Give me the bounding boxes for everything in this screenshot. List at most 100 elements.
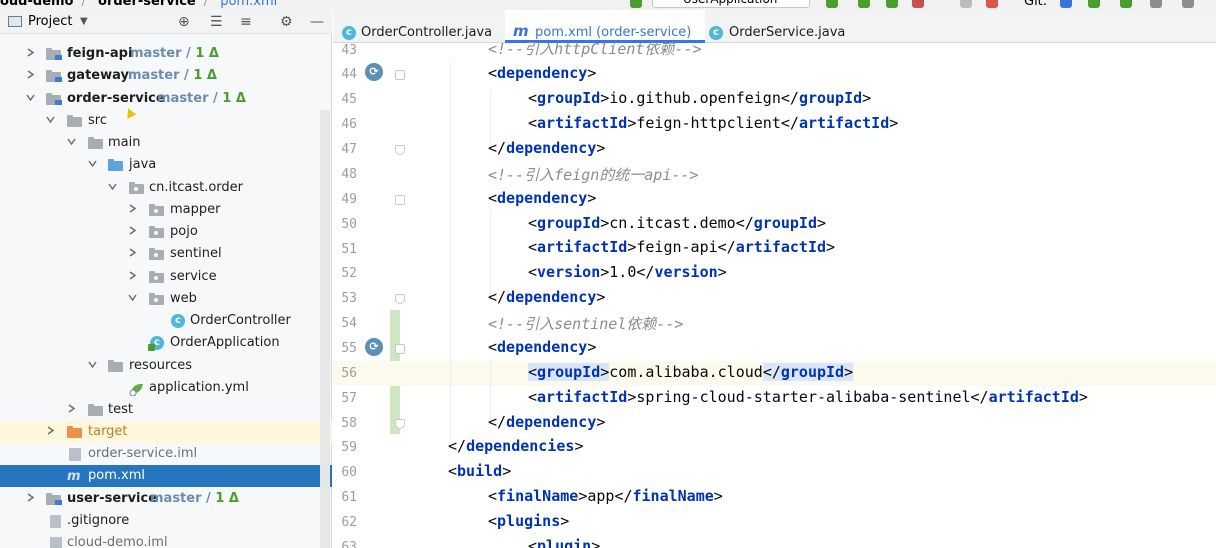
tab-label: OrderController.java — [361, 25, 493, 40]
rollback-icon[interactable] — [1182, 0, 1194, 8]
tab-ordercontroller[interactable]: c OrderController.java — [333, 10, 505, 43]
line-number: 57 — [341, 391, 357, 406]
fold-marker-icon[interactable] — [395, 294, 405, 304]
tree-node-pom-xml[interactable]: m pom.xml — [0, 465, 332, 487]
chevron-right-icon[interactable] — [46, 426, 55, 435]
breadcrumb: oud-demo / order-service / pom.xml — [0, 0, 285, 9]
run-icon[interactable] — [826, 0, 838, 8]
collapse-all-icon[interactable]: ≡ — [240, 14, 252, 30]
fold-marker-icon[interactable] — [395, 195, 405, 205]
line-number: 52 — [341, 266, 357, 281]
tree-node-java[interactable]: java — [0, 154, 332, 176]
expand-all-icon[interactable]: ☰ — [210, 14, 223, 30]
fold-marker-icon[interactable] — [395, 419, 405, 429]
gitignore-file-icon — [50, 515, 61, 528]
gear-icon[interactable]: ⚙ — [280, 14, 293, 30]
chevron-down-icon[interactable] — [26, 93, 35, 102]
attach-icon[interactable] — [960, 0, 972, 8]
indent-guide — [490, 360, 491, 420]
project-folder-icon — [8, 16, 22, 27]
chevron-right-icon[interactable] — [67, 404, 76, 413]
coverage-icon[interactable] — [886, 0, 898, 8]
project-panel-title[interactable]: Project — [28, 14, 72, 29]
chevron-down-icon[interactable] — [88, 159, 97, 168]
chevron-down-icon[interactable] — [108, 182, 117, 191]
tree-node-service[interactable]: service — [0, 266, 332, 288]
chevron-right-icon[interactable] — [128, 226, 137, 235]
chevron-down-icon[interactable] — [128, 293, 137, 302]
tree-node-cloud-demo-iml[interactable]: cloud-demo.iml — [0, 532, 332, 548]
run-configuration-select[interactable]: UserApplication — [652, 0, 810, 8]
tree-node-user-service[interactable]: user-service master / 1 Δ — [0, 488, 332, 510]
chevron-right-icon[interactable] — [26, 493, 35, 502]
line-number: 49 — [341, 192, 357, 207]
git-push-icon[interactable] — [1120, 0, 1132, 8]
chevron-right-icon[interactable] — [128, 248, 137, 257]
git-update-icon[interactable] — [1060, 0, 1072, 8]
tree-node-sentinel[interactable]: sentinel — [0, 243, 332, 265]
tree-label: gateway — [67, 68, 129, 83]
chevron-right-icon[interactable] — [128, 271, 137, 280]
tree-node-order-service-iml[interactable]: order-service.iml — [0, 443, 332, 465]
breadcrumb-file[interactable]: pom.xml — [220, 0, 277, 9]
profile-icon[interactable] — [912, 0, 924, 8]
chevron-right-icon[interactable] — [26, 70, 35, 79]
tree-node-src[interactable]: src — [0, 110, 332, 132]
dependency-gutter-icon[interactable]: ⟳ — [365, 338, 383, 356]
iml-file-icon — [69, 448, 81, 461]
tree-node-order-service[interactable]: order-service master / 1 Δ — [0, 88, 332, 110]
tree-node-application-yml[interactable]: application.yml — [0, 377, 332, 399]
stop-icon[interactable] — [986, 0, 998, 8]
code-line: <artifactId>feign-api</artifactId> — [528, 238, 836, 256]
tree-node-pojo[interactable]: pojo — [0, 221, 332, 243]
tree-label: feign-api — [67, 46, 133, 61]
tree-node-web[interactable]: web — [0, 288, 332, 310]
excluded-folder-icon — [67, 426, 82, 438]
tree-node-package-order[interactable]: cn.itcast.order — [0, 177, 332, 199]
git-commit-icon[interactable] — [1088, 0, 1100, 8]
editor-tabs: c OrderController.java m pom.xml (order-… — [333, 10, 1216, 43]
code-line-current[interactable]: <groupId>com.alibaba.cloud</groupId> — [528, 363, 854, 381]
maven-file-icon: m — [67, 469, 81, 484]
tree-node-orderapplication[interactable]: c OrderApplication — [0, 332, 332, 354]
breadcrumb-module[interactable]: order-service — [98, 0, 196, 9]
code-comment: <!--引入sentinel依赖--> — [488, 315, 684, 333]
chevron-down-icon[interactable]: ▼ — [80, 16, 88, 27]
tree-node-gateway[interactable]: gateway master / 1 Δ — [0, 65, 332, 87]
tree-node-gitignore[interactable]: .gitignore — [0, 510, 332, 532]
hide-icon[interactable]: — — [310, 14, 324, 30]
dependency-gutter-icon[interactable]: ⟳ — [365, 63, 383, 81]
code-line: <artifactId>feign-httpclient</artifactId… — [528, 114, 899, 132]
line-number: 53 — [341, 291, 357, 306]
build-icon[interactable] — [630, 0, 642, 8]
chevron-down-icon[interactable] — [46, 115, 55, 124]
tree-node-test[interactable]: test — [0, 399, 332, 421]
breadcrumb-project[interactable]: oud-demo — [0, 0, 74, 9]
chevron-down-icon[interactable] — [88, 360, 97, 369]
tree-node-resources[interactable]: resources — [0, 355, 332, 377]
tree-node-ordercontroller[interactable]: c OrderController — [0, 310, 332, 332]
fold-marker-icon[interactable] — [395, 344, 405, 354]
chevron-right-icon[interactable] — [128, 204, 137, 213]
tree-node-mapper[interactable]: mapper — [0, 199, 332, 221]
tree-label: cloud-demo.iml — [67, 535, 168, 548]
fold-marker-icon[interactable] — [395, 145, 405, 155]
locate-icon[interactable]: ⊕ — [178, 14, 190, 30]
chevron-right-icon[interactable] — [26, 48, 35, 57]
line-number: 61 — [341, 490, 357, 505]
package-icon — [149, 204, 164, 216]
history-icon[interactable] — [1150, 0, 1162, 8]
project-scrollbar[interactable] — [320, 110, 330, 548]
tree-node-feign-api[interactable]: feign-api master / 1 Δ — [0, 43, 332, 65]
code-line: <groupId>cn.itcast.demo</groupId> — [528, 214, 827, 232]
folder-icon — [88, 137, 103, 149]
tree-label: OrderController — [190, 313, 291, 328]
fold-marker-icon[interactable] — [395, 70, 405, 80]
debug-icon[interactable] — [858, 0, 870, 8]
tree-node-target[interactable]: target — [0, 421, 332, 443]
chevron-down-icon[interactable] — [67, 137, 76, 146]
tab-orderservice[interactable]: c OrderService.java — [705, 10, 855, 43]
tree-node-main[interactable]: main — [0, 132, 332, 154]
module-folder-icon — [46, 493, 62, 505]
indent-guide — [450, 60, 451, 440]
